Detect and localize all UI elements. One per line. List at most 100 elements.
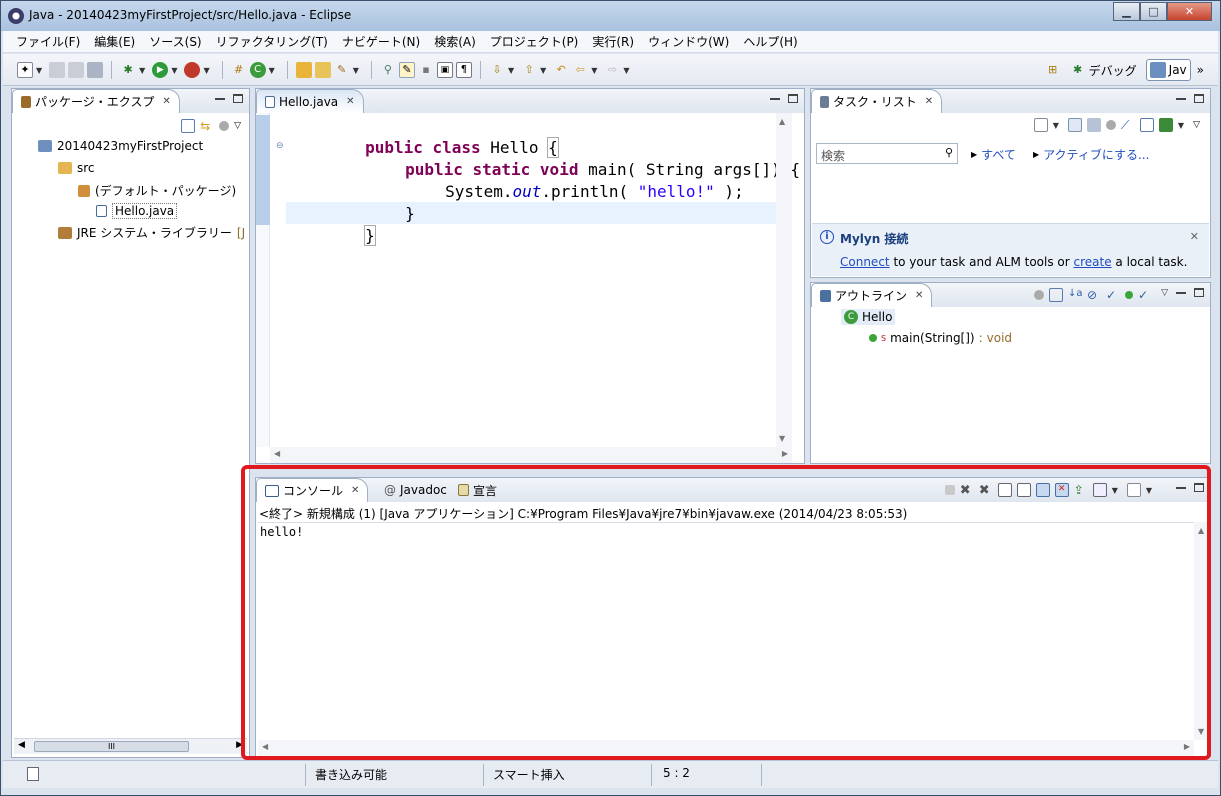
scroll-right-icon[interactable]: ▶ [782,449,788,458]
tree-item-jre[interactable]: JRE システム・ライブラリー [J [58,224,245,241]
menu-refactor[interactable]: リファクタリング(T) [209,33,335,50]
new-java-package-icon[interactable]: # [231,62,247,78]
create-link[interactable]: create [1074,255,1112,269]
close-button[interactable]: ✕ [1167,2,1212,21]
maximize-view-icon[interactable] [1194,94,1204,103]
tab-outline[interactable]: アウトライン ✕ [811,283,933,307]
last-edit-icon[interactable]: ↶ [553,62,569,78]
tab-javadoc[interactable]: @ Javadoc [376,478,455,502]
minimize-view-icon[interactable] [770,96,780,100]
toggle-block-icon[interactable]: ▪ [418,62,434,78]
editor-hscrollbar[interactable]: ◀ ▶ [270,447,792,463]
hide-static-icon[interactable]: ✓ [1106,288,1120,302]
minimize-view-icon[interactable] [1176,290,1186,294]
console-hscrollbar[interactable]: ◀ ▶ [258,740,1194,756]
open-perspective-icon[interactable]: ⊞ [1045,62,1061,78]
maximize-button[interactable]: □ [1140,2,1167,21]
hide-completed-icon[interactable]: ⟋ [1121,118,1135,132]
minimize-button[interactable]: ▁ [1113,2,1140,21]
menu-project[interactable]: プロジェクト(P) [483,33,586,50]
minimize-view-icon[interactable] [1176,485,1186,489]
menu-run[interactable]: 実行(R) [585,33,641,50]
tab-declaration[interactable]: 宣言 [450,478,505,502]
display-console-icon[interactable] [1092,483,1107,497]
categorized-icon[interactable] [1067,118,1082,132]
tree-item-src[interactable]: src [58,161,95,175]
new-fast-view-icon[interactable] [27,767,39,781]
outline-method-item[interactable]: S main(String[]) : void [869,331,1012,345]
collapse-all-icon[interactable] [1049,288,1063,302]
remove-all-terminated-icon[interactable]: ✖ [979,483,993,498]
menu-help[interactable]: ヘルプ(H) [736,33,804,50]
debug-icon[interactable]: ✱ [120,62,136,78]
clear-console-icon[interactable] [997,483,1012,497]
tab-task-list[interactable]: タスク・リスト ✕ [811,89,943,113]
word-wrap-icon[interactable] [1035,483,1050,497]
task-search-input[interactable]: 検索 ⚲ [816,143,958,164]
close-icon[interactable]: ✕ [1190,230,1199,243]
scroll-up-icon[interactable]: ▲ [1198,526,1204,535]
external-tools-icon[interactable] [184,62,201,78]
code-editor[interactable]: public class Hello { public static void … [288,113,800,447]
view-menu-icon[interactable]: ▽ [1161,288,1168,298]
terminate-icon[interactable] [944,485,955,495]
close-tab-icon[interactable]: ✕ [346,96,354,107]
editor-vscrollbar[interactable]: ▲ ▼ [776,113,792,447]
scroll-down-icon[interactable]: ▼ [779,434,785,443]
hide-fields-icon[interactable]: ⊘ [1087,288,1101,302]
next-annotation-icon[interactable]: ⇩ [489,62,505,78]
run-icon[interactable]: ▶ [152,62,169,78]
all-tasks-link[interactable]: ▶ すべて [971,146,1016,163]
new-icon[interactable]: ✦ [17,62,33,78]
activate-link[interactable]: ▶ アクティブにする... [1033,146,1149,163]
more-perspectives-button[interactable]: » [1197,63,1204,77]
scheduled-icon[interactable] [1086,118,1101,132]
scroll-down-icon[interactable]: ▼ [1198,727,1204,736]
hide-local-types-icon[interactable]: ✓ [1138,288,1152,302]
scroll-left-icon[interactable]: ◀ [262,742,268,751]
hide-non-public-icon[interactable] [1125,291,1133,299]
previous-annotation-icon[interactable]: ⇧ [521,62,537,78]
console-output[interactable]: hello! [258,522,1194,740]
package-explorer-hscrollbar[interactable]: ◀ III ▶ [14,738,247,754]
close-tab-icon[interactable]: ✕ [915,290,923,301]
console-vscrollbar[interactable]: ▲ ▼ [1194,522,1210,740]
forward-icon[interactable]: ⇨ [604,62,620,78]
mark-occurrences-icon[interactable]: ✎ [398,62,415,78]
debug-perspective-button[interactable]: ✱ デバッグ [1067,60,1140,81]
sort-icon[interactable]: ↓a [1068,288,1083,302]
scroll-left-icon[interactable]: ◀ [18,740,25,750]
toggle-breadcrumb-icon[interactable]: ⚲ [380,62,396,78]
new-class-icon[interactable]: C [249,62,266,78]
maximize-view-icon[interactable] [1194,483,1204,492]
maximize-view-icon[interactable] [788,94,798,103]
menu-search[interactable]: 検索(A) [427,33,483,50]
back-icon[interactable]: ⇦ [572,62,588,78]
menu-source[interactable]: ソース(S) [142,33,208,50]
scroll-left-icon[interactable]: ◀ [274,449,280,458]
close-tab-icon[interactable]: ✕ [351,485,359,496]
sync-icon[interactable] [1158,118,1173,132]
tree-item-hello-java[interactable]: Hello.java [96,203,178,219]
print-icon[interactable] [87,62,104,78]
view-menu-icon[interactable]: ▽ [1193,120,1200,130]
tree-item-default-package[interactable]: (デフォルト・パッケージ) [78,182,236,199]
connect-link[interactable]: Connect [840,255,890,269]
scroll-up-icon[interactable]: ▲ [779,117,785,126]
minimize-view-icon[interactable] [1176,96,1186,100]
collapse-all-icon[interactable] [1139,118,1154,132]
focus-icon[interactable] [1105,120,1116,130]
show-whitespace-icon[interactable]: ▣ [436,62,453,78]
save-icon[interactable] [49,62,66,78]
maximize-view-icon[interactable] [1194,288,1204,297]
tree-item-project[interactable]: 20140423myFirstProject [38,139,203,153]
save-all-icon[interactable] [68,62,85,78]
scroll-right-icon[interactable]: ▶ [1184,742,1190,751]
java-perspective-button[interactable]: Jav [1145,59,1191,81]
pin-console-icon[interactable]: ⇪ [1074,483,1088,497]
menu-file[interactable]: ファイル(F) [9,33,87,50]
open-type-icon[interactable] [295,62,312,78]
tab-console[interactable]: コンソール ✕ [256,478,369,502]
menu-edit[interactable]: 編集(E) [87,33,142,50]
menu-window[interactable]: ウィンドウ(W) [641,33,736,50]
